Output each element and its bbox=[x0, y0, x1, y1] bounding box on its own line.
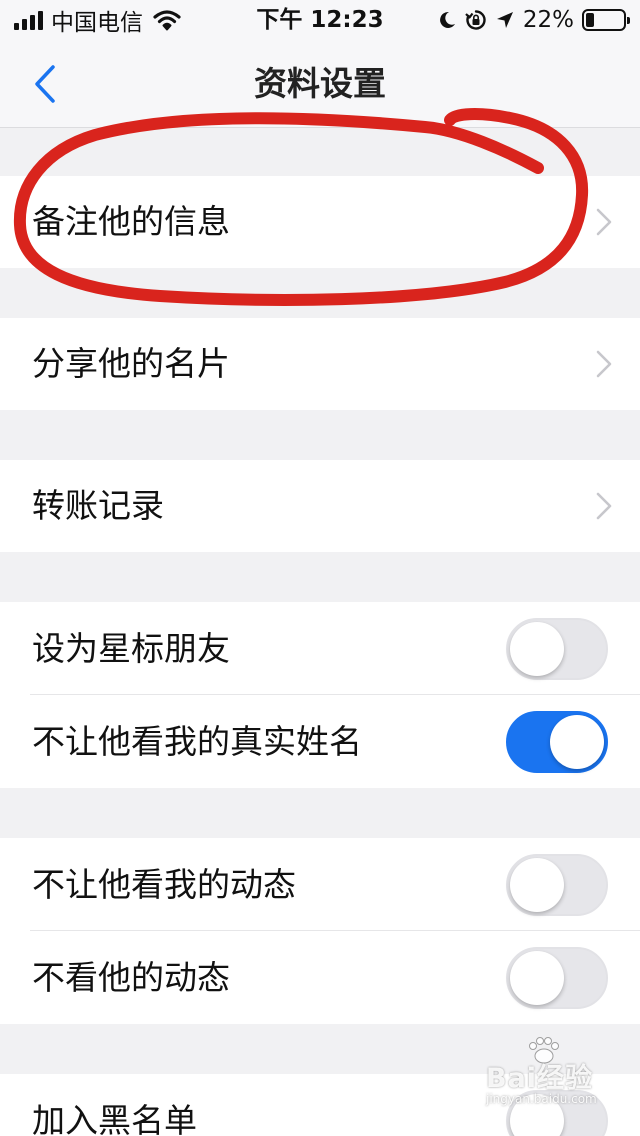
star-friend-toggle[interactable] bbox=[506, 618, 608, 680]
hide-my-moments-toggle[interactable] bbox=[506, 854, 608, 916]
transfer-records-row[interactable]: 转账记录 bbox=[0, 460, 640, 552]
back-button[interactable] bbox=[20, 58, 70, 110]
hide-my-moments-label: 不让他看我的动态 bbox=[32, 865, 296, 904]
chevron-right-icon bbox=[596, 208, 612, 236]
remark-info-label: 备注他的信息 bbox=[32, 202, 230, 241]
blacklist-label: 加入黑名单 bbox=[32, 1101, 197, 1136]
navigation-bar: 资料设置 bbox=[0, 40, 640, 128]
star-friend-label: 设为星标朋友 bbox=[32, 629, 230, 668]
status-right: 22% bbox=[437, 0, 630, 40]
star-friend-row: 设为星标朋友 bbox=[0, 602, 640, 695]
moon-icon bbox=[439, 11, 455, 28]
share-card-label: 分享他的名片 bbox=[32, 344, 230, 383]
chevron-right-icon bbox=[596, 350, 612, 378]
page-title: 资料设置 bbox=[254, 64, 386, 103]
hide-real-name-label: 不让他看我的真实姓名 bbox=[32, 722, 362, 761]
hide-his-moments-toggle[interactable] bbox=[506, 947, 608, 1009]
status-bar: 中国电信 下午 12:23 22% bbox=[0, 0, 640, 40]
toggle-knob bbox=[510, 858, 564, 912]
chevron-left-icon bbox=[35, 65, 55, 103]
toggle-knob bbox=[510, 951, 564, 1005]
orientation-lock-icon bbox=[465, 10, 486, 30]
transfer-records-label: 转账记录 bbox=[32, 486, 164, 525]
remark-info-row[interactable]: 备注他的信息 bbox=[0, 176, 640, 268]
hide-real-name-row: 不让他看我的真实姓名 bbox=[0, 695, 640, 788]
hide-his-moments-label: 不看他的动态 bbox=[32, 958, 230, 997]
hide-real-name-toggle[interactable] bbox=[506, 711, 608, 773]
baidu-jingyan-watermark: Bai经验 jingyan.baidu.com bbox=[486, 1037, 606, 1112]
share-card-row[interactable]: 分享他的名片 bbox=[0, 318, 640, 410]
hide-my-moments-row: 不让他看我的动态 bbox=[0, 838, 640, 931]
hide-his-moments-row: 不看他的动态 bbox=[0, 931, 640, 1024]
toggle-knob bbox=[510, 622, 564, 676]
battery-percent: 22% bbox=[522, 7, 574, 33]
watermark-sub: jingyan.baidu.com bbox=[486, 1092, 597, 1106]
location-icon bbox=[496, 12, 513, 28]
chevron-right-icon bbox=[596, 492, 612, 520]
watermark-text: Bai经验 bbox=[486, 1063, 594, 1094]
toggle-knob bbox=[550, 715, 604, 769]
battery-fill bbox=[586, 13, 594, 27]
battery-icon bbox=[582, 9, 630, 31]
